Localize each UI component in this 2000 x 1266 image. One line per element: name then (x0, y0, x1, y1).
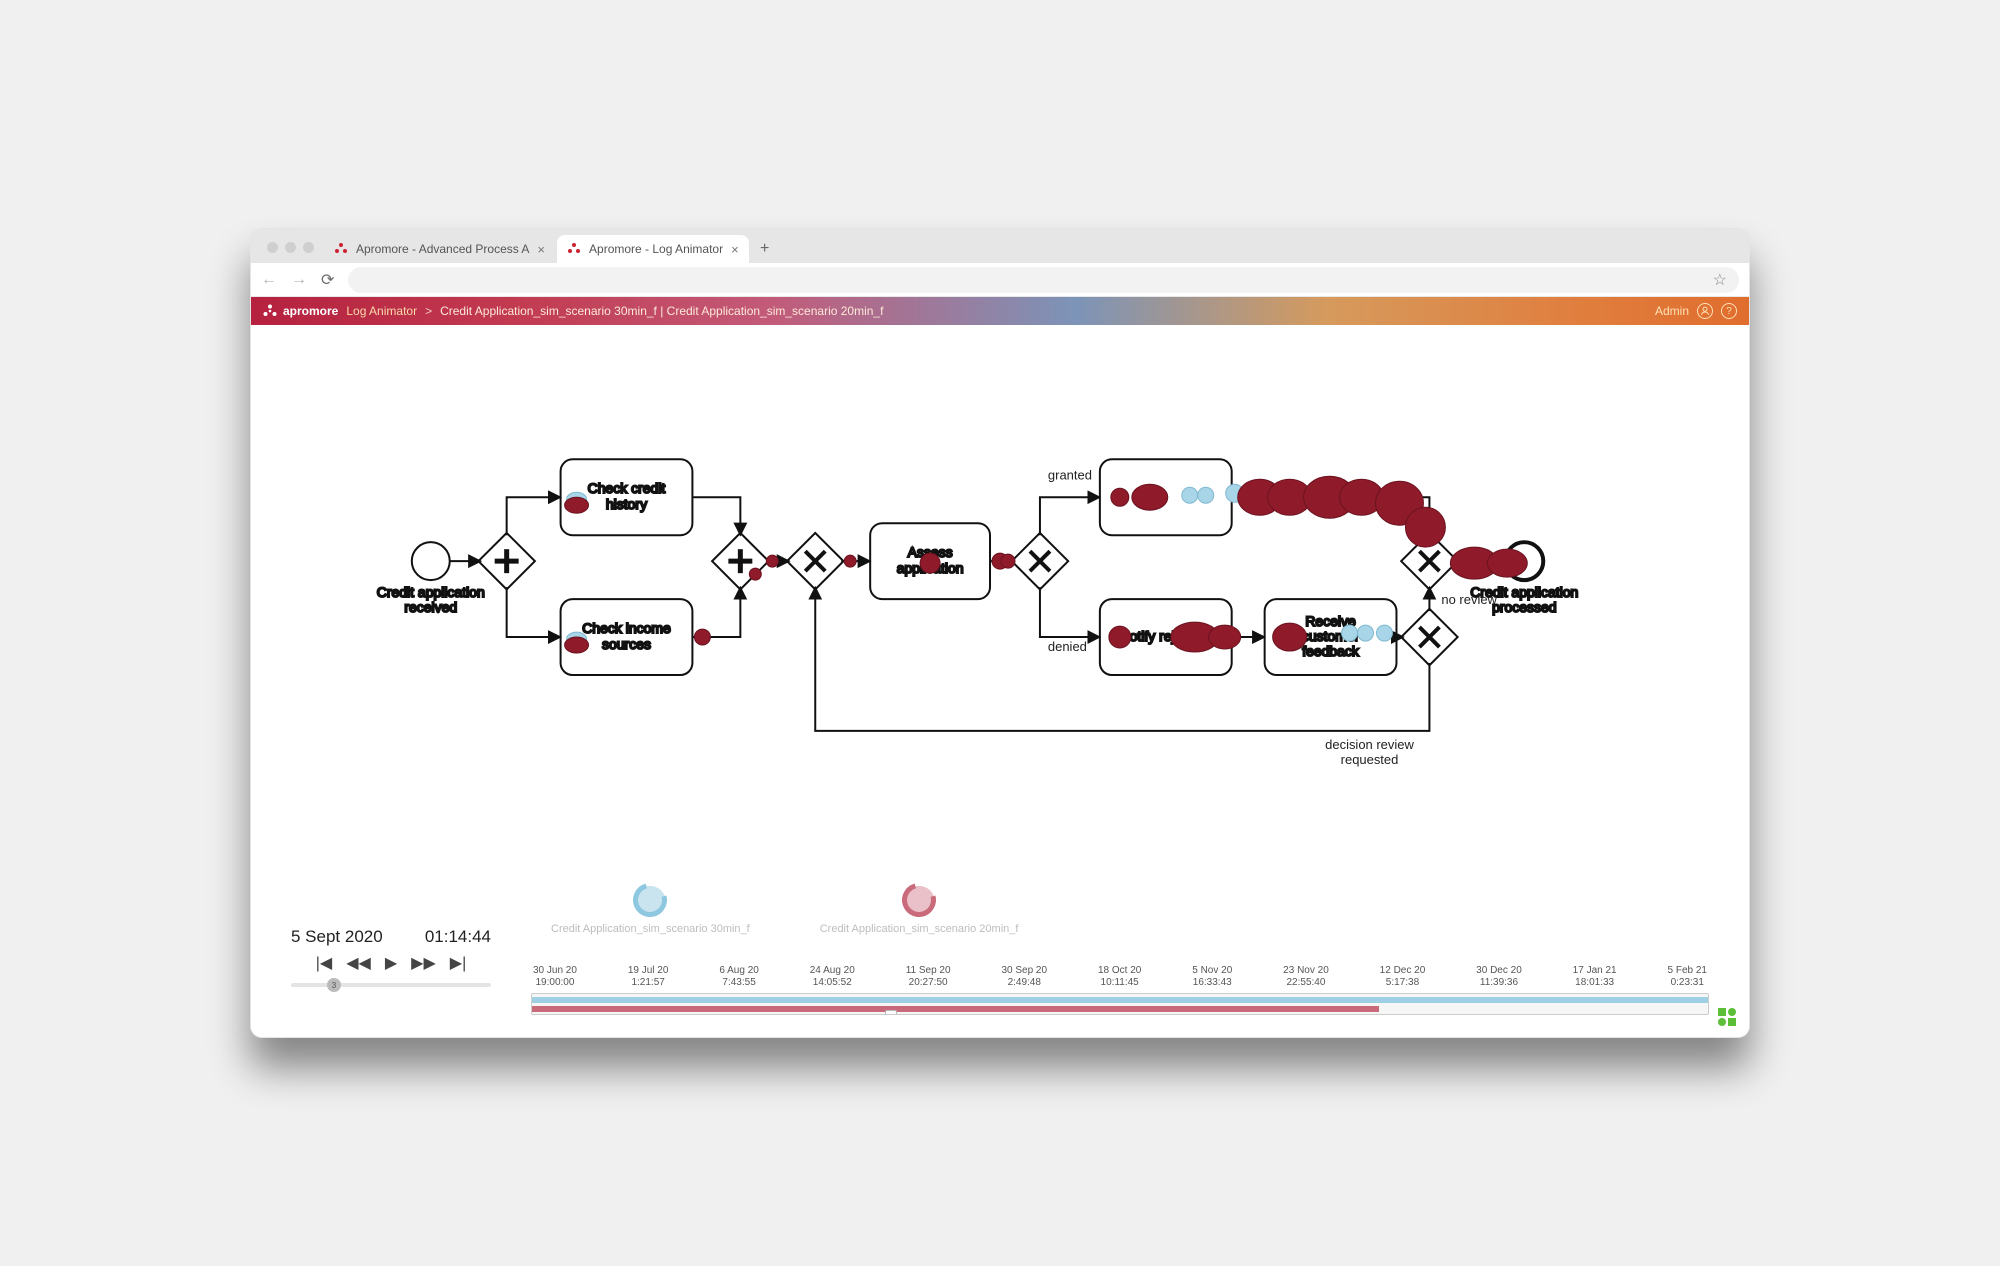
status-toast-icon[interactable] (1717, 1007, 1737, 1027)
close-tab-icon[interactable]: × (731, 242, 739, 257)
timeline-tick: 30 Dec 2011:39:36 (1476, 965, 1522, 989)
back-button[interactable]: ← (261, 271, 277, 289)
playback-date: 5 Sept 2020 (291, 927, 383, 947)
gateway-decision[interactable] (1012, 533, 1068, 589)
timeline-tick: 18 Oct 2010:11:45 (1098, 965, 1141, 989)
tab-apromore-main[interactable]: Apromore - Advanced Process A × (324, 235, 555, 263)
timeline-ticks: 30 Jun 2019:00:00 19 Jul 201:21:57 6 Aug 2… (531, 965, 1709, 989)
tab-strip: Apromore - Advanced Process A × Apromore… (251, 229, 1749, 263)
edge-granted (1040, 497, 1100, 535)
goto-start-button[interactable]: |◀ (316, 953, 332, 973)
timeline-tick: 23 Nov 2022:55:40 (1283, 965, 1329, 989)
edge-label-noreview: no review (1441, 592, 1497, 607)
min-dot-icon[interactable] (285, 242, 296, 253)
timeline-tick: 19 Jul 201:21:57 (628, 965, 669, 989)
gateway-parallel-split[interactable] (478, 533, 534, 589)
rewind-button[interactable]: ◀◀ (346, 953, 371, 973)
edge-denied (1040, 587, 1100, 637)
gateway-exclusive-merge[interactable] (787, 533, 843, 589)
speed-knob[interactable]: 3 (327, 978, 341, 992)
timeline-track[interactable] (531, 993, 1709, 1015)
help-icon[interactable]: ? (1721, 303, 1737, 319)
timeline-bar-scenario-1 (532, 997, 1708, 1003)
close-tab-icon[interactable]: × (537, 242, 545, 257)
legend-label: Credit Application_sim_scenario 20min_f (820, 923, 1019, 935)
speed-slider[interactable]: 3 (291, 983, 491, 987)
logo-icon (263, 304, 277, 318)
gateway-review[interactable] (1401, 609, 1457, 665)
tab-label: Apromore - Log Animator (589, 242, 723, 256)
timeline[interactable]: 30 Jun 2019:00:00 19 Jul 201:21:57 6 Aug 2… (531, 965, 1709, 1015)
section-title: Log Animator (346, 304, 417, 318)
goto-end-button[interactable]: ▶| (450, 953, 466, 973)
timeline-tick: 24 Aug 2014:05:52 (810, 965, 855, 989)
edge-label-granted: granted (1048, 467, 1092, 482)
favicon-icon (334, 242, 348, 256)
edge-label-review: decision reviewrequested (1325, 737, 1414, 767)
new-tab-button[interactable]: + (751, 235, 779, 263)
timeline-tick: 11 Sep 2020:27:50 (906, 965, 951, 989)
legend-swatch-icon (902, 883, 936, 917)
edge (507, 497, 561, 535)
bookmark-star-icon[interactable]: ☆ (1713, 270, 1727, 290)
legend-item-2[interactable]: Credit Application_sim_scenario 20min_f (820, 883, 1019, 935)
brand-logo[interactable]: apromore (263, 304, 338, 318)
edge-label-denied: denied (1048, 639, 1087, 654)
timeline-tick: 30 Sep 202:49:48 (1001, 965, 1047, 989)
forward-button[interactable]: → (291, 271, 307, 289)
browser-window: Apromore - Advanced Process A × Apromore… (250, 228, 1750, 1038)
play-button[interactable]: ▶ (385, 953, 397, 973)
legend-swatch-icon (633, 883, 667, 917)
timeline-tick: 17 Jan 2118:01:33 (1573, 965, 1617, 989)
timeline-tick: 6 Aug 207:43:55 (719, 965, 758, 989)
legend-label: Credit Application_sim_scenario 30min_f (551, 923, 750, 935)
timeline-playhead[interactable] (885, 1010, 897, 1015)
breadcrumb-separator: > (425, 304, 432, 318)
edge (507, 587, 561, 637)
app-header: apromore Log Animator > Credit Applicati… (251, 297, 1749, 325)
gateway-parallel-join[interactable] (712, 533, 768, 589)
url-input[interactable]: ☆ (348, 267, 1739, 293)
favicon-icon (567, 242, 581, 256)
tab-label: Apromore - Advanced Process A (356, 242, 529, 256)
address-bar: ← → ⟳ ☆ (251, 263, 1749, 297)
fast-forward-button[interactable]: ▶▶ (411, 953, 436, 973)
start-label: Credit applicationreceived (377, 584, 485, 615)
legend: Credit Application_sim_scenario 30min_f … (551, 883, 1018, 935)
timeline-tick: 5 Feb 210:23:31 (1668, 965, 1707, 989)
legend-item-1[interactable]: Credit Application_sim_scenario 30min_f (551, 883, 750, 935)
playback-panel: 5 Sept 2020 01:14:44 |◀ ◀◀ ▶ ▶▶ ▶| 3 (281, 919, 501, 1001)
user-icon[interactable] (1697, 303, 1713, 319)
user-name[interactable]: Admin (1655, 304, 1689, 318)
start-event[interactable] (412, 542, 450, 580)
close-dot-icon[interactable] (267, 242, 278, 253)
playback-time: 01:14:44 (425, 927, 491, 947)
breadcrumb: Credit Application_sim_scenario 30min_f … (440, 304, 883, 318)
timeline-tick: 12 Dec 205:17:38 (1380, 965, 1426, 989)
max-dot-icon[interactable] (303, 242, 314, 253)
window-controls[interactable] (259, 242, 322, 263)
reload-button[interactable]: ⟳ (321, 270, 334, 290)
timeline-tick: 30 Jun 2019:00:00 (533, 965, 577, 989)
timeline-tick: 5 Nov 2016:33:43 (1192, 965, 1232, 989)
tab-log-animator[interactable]: Apromore - Log Animator × (557, 235, 749, 263)
brand-name: apromore (283, 304, 338, 318)
edge (692, 497, 740, 535)
timeline-bar-scenario-2 (532, 1006, 1379, 1012)
